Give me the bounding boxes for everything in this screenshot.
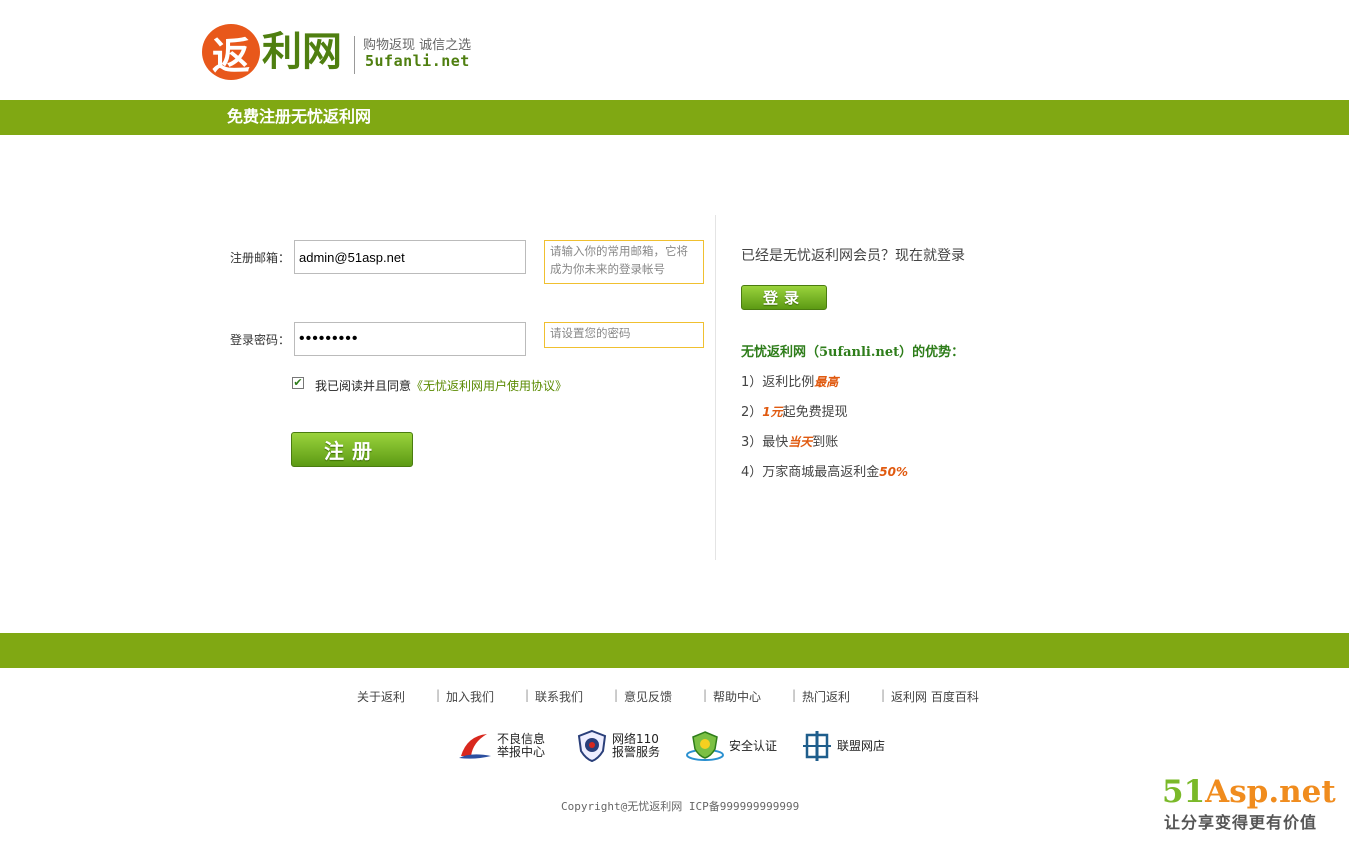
badge-report-center[interactable]: 不良信息 举报中心 xyxy=(457,728,545,764)
logo-text[interactable]: 利网 xyxy=(262,28,342,76)
advantage-item: 3）最快当天到账 xyxy=(741,435,839,450)
logo-mark[interactable]: 返 xyxy=(202,24,260,80)
footer-separator: | xyxy=(703,688,708,702)
vertical-divider xyxy=(715,215,716,560)
footer-link-about[interactable]: 关于返利 xyxy=(357,688,405,705)
report-center-icon xyxy=(459,734,491,759)
footer-separator: | xyxy=(881,688,886,702)
copyright: Copyright@无忧返利网 ICP备999999999999 xyxy=(561,800,800,813)
agree-statement: 我已阅读并且同意《无忧返利网用户使用协议》 xyxy=(315,377,567,394)
advantage-item: 1）返利比例最高 xyxy=(741,375,839,390)
footer-link-contact[interactable]: 联系我们 xyxy=(535,688,583,705)
advantage-item: 4）万家商城最高返利金50% xyxy=(741,465,909,480)
agree-text: 我已阅读并且同意 xyxy=(315,379,412,393)
login-button[interactable]: 登录 xyxy=(741,285,827,310)
password-field[interactable] xyxy=(294,322,526,356)
footer-separator: | xyxy=(436,688,441,702)
badge-line: 报警服务 xyxy=(612,745,661,759)
footer-link-help[interactable]: 帮助中心 xyxy=(713,688,761,705)
watermark-slogan: 让分享变得更有价值 xyxy=(1164,813,1318,832)
footer-link-join[interactable]: 加入我们 xyxy=(446,688,494,705)
police-shield-icon xyxy=(577,729,607,763)
register-button[interactable]: 注册 xyxy=(291,432,413,467)
footer-link-baike[interactable]: 返利网 百度百科 xyxy=(891,688,979,705)
password-label: 登录密码： xyxy=(230,333,291,347)
badge-line: 联盟网店 xyxy=(837,738,886,753)
checkmark-icon: ✔ xyxy=(293,376,303,389)
email-hint: 请输入你的常用邮箱，它将成为你未来的登录帐号 xyxy=(544,240,704,284)
logo-domain: 5ufanli.net xyxy=(365,52,470,70)
logo-slogan: 购物返现 诚信之选 xyxy=(363,38,472,53)
footer-bar xyxy=(0,633,1349,668)
badge-line: 安全认证 xyxy=(729,738,778,753)
watermark-logo: 51Asp.net xyxy=(1162,774,1336,810)
email-field[interactable] xyxy=(294,240,526,274)
footer-link-feedback[interactable]: 意见反馈 xyxy=(624,688,672,705)
footer-separator: | xyxy=(525,688,530,702)
badge-line: 举报中心 xyxy=(497,745,546,759)
badge-police[interactable]: 网络110 报警服务 xyxy=(576,728,660,764)
email-label: 注册邮箱： xyxy=(230,251,291,265)
footer-link-hot[interactable]: 热门返利 xyxy=(802,688,850,705)
logo-divider xyxy=(354,36,355,74)
badge-alliance[interactable]: 联盟网店 xyxy=(801,728,885,764)
member-prompt: 已经是无忧返利网会员？现在就登录 xyxy=(741,248,965,264)
advantage-item: 2）1元起免费提现 xyxy=(741,405,848,420)
footer-separator: | xyxy=(792,688,797,702)
user-agreement-link[interactable]: 《无忧返利网用户使用协议》 xyxy=(411,379,567,393)
advantages-title: 无忧返利网（5ufanli.net）的优势： xyxy=(741,345,965,360)
footer-separator: | xyxy=(614,688,619,702)
password-hint: 请设置您的密码 xyxy=(544,322,704,348)
badge-security[interactable]: 安全认证 xyxy=(685,728,777,764)
page-title: 免费注册无忧返利网 xyxy=(227,107,372,126)
alliance-store-icon xyxy=(803,731,831,761)
title-banner xyxy=(0,100,1349,135)
agree-checkbox[interactable]: ✔ xyxy=(292,377,304,389)
security-cert-icon xyxy=(686,731,724,761)
